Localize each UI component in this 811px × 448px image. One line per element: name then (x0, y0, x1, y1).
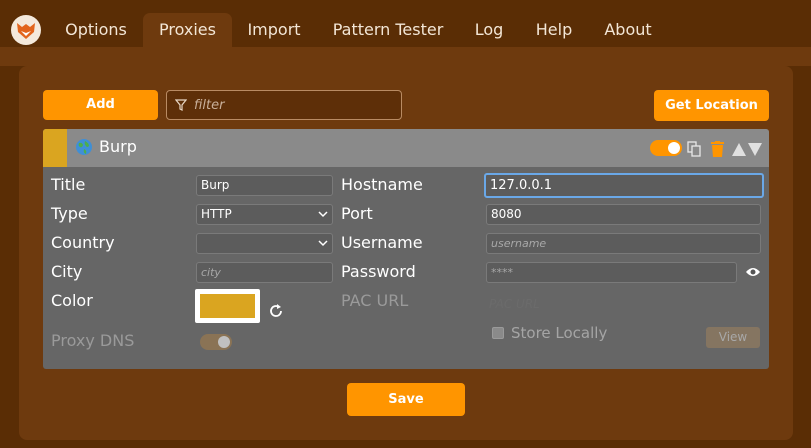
proxy-dns-label: Proxy DNS (51, 331, 135, 350)
delete-icon[interactable] (711, 141, 724, 157)
store-locally-checkbox[interactable] (492, 327, 504, 339)
tab-pattern-tester[interactable]: Pattern Tester (321, 13, 455, 47)
password-field[interactable]: **** (486, 262, 737, 283)
proxy-name: Burp (99, 137, 137, 156)
pac-url-field: PAC URL (489, 297, 540, 311)
filter-icon (175, 99, 187, 111)
port-label: Port (341, 204, 373, 223)
proxy-card: Burp Title Burp Type HTTP Country City c (43, 129, 769, 369)
foxyproxy-logo-icon (11, 15, 41, 45)
tab-log[interactable]: Log (463, 13, 515, 47)
proxy-color-strip (43, 129, 67, 167)
hostname-field[interactable]: 127.0.0.1 (484, 173, 764, 198)
username-field[interactable]: username (486, 233, 761, 254)
title-label: Title (51, 175, 86, 194)
country-select[interactable] (196, 233, 333, 254)
filter-input[interactable] (194, 95, 394, 115)
refresh-color-icon[interactable] (268, 303, 284, 319)
move-up-icon[interactable] (732, 143, 746, 156)
city-label: City (51, 262, 83, 281)
tab-about[interactable]: About (592, 13, 664, 47)
type-select[interactable]: HTTP (196, 204, 333, 225)
toggle-knob (668, 142, 680, 154)
proxy-dns-toggle[interactable] (200, 334, 232, 350)
show-password-eye-icon[interactable] (745, 266, 761, 278)
chevron-down-icon (318, 211, 328, 218)
type-label: Type (51, 204, 88, 223)
password-label: Password (341, 262, 416, 281)
color-swatch (200, 294, 255, 318)
globe-icon (76, 139, 92, 155)
color-label: Color (51, 291, 93, 310)
port-field[interactable]: 8080 (486, 204, 761, 225)
username-label: Username (341, 233, 423, 252)
color-picker[interactable] (195, 289, 260, 323)
tab-options[interactable]: Options (52, 13, 140, 47)
filter-box (166, 90, 402, 120)
toggle-knob (218, 336, 230, 348)
title-field[interactable]: Burp (196, 175, 333, 196)
duplicate-icon[interactable] (687, 141, 701, 157)
nav-underline (0, 47, 811, 66)
top-nav: Options Proxies Import Pattern Tester Lo… (0, 0, 811, 47)
type-value: HTTP (201, 207, 232, 221)
pac-url-label: PAC URL (341, 291, 409, 310)
add-button[interactable]: Add (43, 90, 158, 120)
city-field[interactable]: city (196, 262, 333, 283)
proxy-enabled-toggle[interactable] (650, 140, 682, 156)
chevron-down-icon (318, 240, 328, 247)
country-label: Country (51, 233, 115, 252)
tab-help[interactable]: Help (524, 13, 584, 47)
store-locally-label: Store Locally (511, 324, 608, 342)
proxy-card-header[interactable]: Burp (43, 129, 769, 167)
get-location-button[interactable]: Get Location (654, 90, 769, 121)
hostname-label: Hostname (341, 175, 423, 194)
tab-proxies[interactable]: Proxies (143, 13, 232, 47)
view-button: View (706, 327, 760, 348)
tab-import[interactable]: Import (236, 13, 312, 47)
move-down-icon[interactable] (748, 143, 762, 156)
save-button[interactable]: Save (347, 383, 465, 416)
